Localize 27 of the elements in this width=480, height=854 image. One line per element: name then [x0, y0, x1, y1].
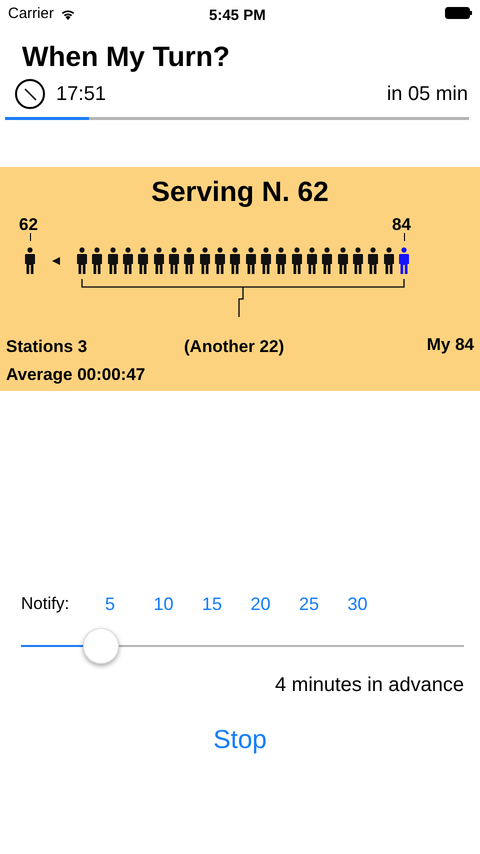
- slider-thumb[interactable]: [82, 628, 119, 664]
- notify-minutes-option[interactable]: 10: [154, 590, 202, 618]
- notify-minutes-option[interactable]: 25: [299, 590, 348, 618]
- eta-remaining: in 05 min: [386, 82, 468, 107]
- battery-icon: [445, 7, 472, 19]
- advance-text: 4 minutes in advance: [274, 674, 464, 696]
- notify-minutes-option[interactable]: 5: [105, 590, 154, 618]
- left-arrow-icon: [51, 256, 61, 266]
- person-icon: [24, 247, 36, 275]
- status-time: 5:45 PM: [209, 6, 266, 26]
- notify-label: Notify:: [21, 593, 70, 616]
- my-number-label: 84: [392, 214, 411, 236]
- eta-time: 17:51: [56, 82, 106, 107]
- clock-icon: [14, 78, 46, 110]
- wifi-icon: [60, 8, 76, 20]
- current-number-label: 62: [19, 214, 38, 236]
- app-title: When My Turn?: [22, 40, 231, 74]
- stop-button[interactable]: Stop: [213, 720, 267, 759]
- stations-count: Stations 3: [6, 336, 88, 358]
- notify-minutes-option[interactable]: 20: [250, 590, 299, 618]
- another-count: (Another 22): [184, 336, 284, 358]
- average-time: Average 00:00:47: [6, 364, 146, 386]
- notify-minutes-option[interactable]: 30: [348, 590, 396, 618]
- notify-minutes-option[interactable]: 15: [202, 590, 250, 618]
- carrier-label: Carrier: [8, 4, 54, 24]
- my-number: My 84: [426, 334, 474, 356]
- serving-number: Serving N. 62: [150, 175, 330, 209]
